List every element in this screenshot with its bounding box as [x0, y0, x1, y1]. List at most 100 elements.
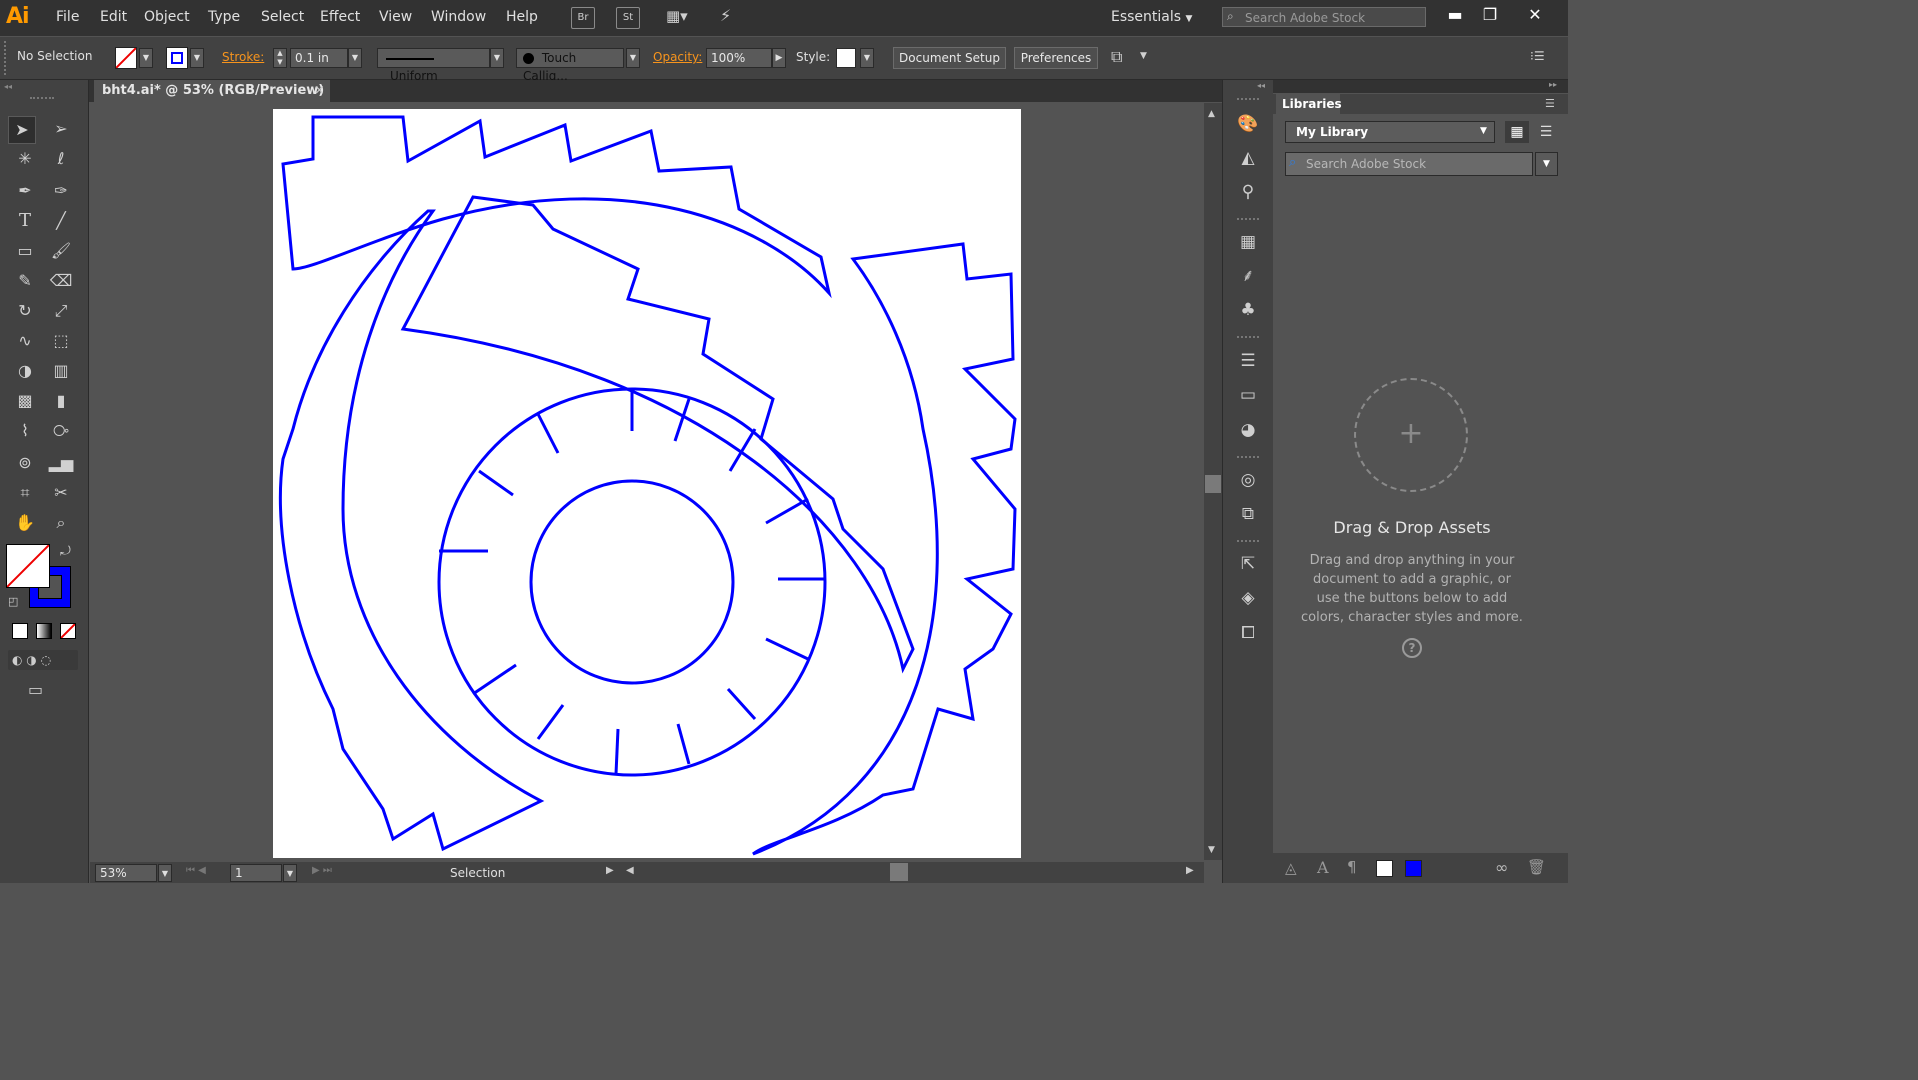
stroke-label[interactable]: Stroke:	[222, 50, 264, 64]
vertical-scroll-thumb[interactable]	[1205, 475, 1221, 493]
selection-tool-icon[interactable]: ➤	[8, 116, 36, 144]
right-band-shape[interactable]	[752, 242, 1017, 856]
workspace-switcher[interactable]: Essentials ▼	[1111, 9, 1192, 25]
opacity-label[interactable]: Opacity:	[653, 50, 702, 64]
menu-file[interactable]: File	[56, 9, 79, 25]
profile-dropdown[interactable]: ▼	[490, 48, 504, 68]
search-dropdown[interactable]: ▼	[1535, 152, 1558, 176]
status-menu-icon[interactable]: ▶	[606, 865, 614, 876]
scroll-left-icon[interactable]: ◀	[626, 865, 634, 876]
library-search-input[interactable]: Search Adobe Stock	[1285, 152, 1533, 176]
zoom-field[interactable]: 53%	[95, 864, 157, 882]
magic-wand-tool-icon[interactable]: ✳	[12, 146, 38, 172]
mid-band-shape[interactable]	[400, 195, 915, 674]
stroke-weight-dropdown[interactable]: ▼	[348, 48, 362, 68]
default-fill-stroke-icon[interactable]: ◰	[8, 595, 18, 608]
zoom-tool-icon[interactable]: ⌕	[48, 510, 74, 536]
chevron-down-icon[interactable]: ▼	[1480, 126, 1487, 136]
gradient-tool-icon[interactable]: ▮	[48, 388, 74, 414]
screen-mode-icon[interactable]: ▭	[28, 680, 43, 699]
first-artboard-icon[interactable]: ⏮ ◀	[186, 865, 206, 876]
zoom-dropdown[interactable]: ▼	[158, 864, 172, 882]
library-select[interactable]: My Library	[1285, 121, 1495, 143]
libraries-tab[interactable]: Libraries	[1276, 94, 1342, 114]
brushes-icon[interactable]: ⸙	[1234, 263, 1262, 289]
horizontal-scroll-thumb[interactable]	[890, 863, 908, 881]
document-setup-button[interactable]: Document Setup	[893, 47, 1006, 69]
add-stroke-color-icon[interactable]	[1405, 860, 1422, 877]
menu-view[interactable]: View	[379, 9, 412, 25]
panel-menu-icon[interactable]: ☰	[1545, 97, 1555, 110]
curvature-tool-icon[interactable]: ✑	[48, 178, 74, 204]
artboard[interactable]	[273, 109, 1021, 858]
artboard-dropdown[interactable]: ▼	[283, 864, 297, 882]
color-guide-icon[interactable]: ◭	[1234, 145, 1262, 171]
swap-fill-stroke-icon[interactable]: ⤾	[60, 544, 71, 559]
artwork-canvas[interactable]	[273, 109, 1021, 858]
menu-type[interactable]: Type	[208, 9, 240, 25]
top-band-shape[interactable]	[281, 115, 832, 299]
current-tool-status[interactable]: Selection	[450, 866, 505, 880]
brush-dropdown[interactable]: ▼	[626, 48, 640, 68]
drawing-modes-icon[interactable]: ◐ ◑ ◌	[8, 650, 78, 670]
chevron-down-icon[interactable]: ▼	[1140, 51, 1147, 61]
pen-tool-icon[interactable]: ✒	[12, 178, 38, 204]
creative-cloud-icon[interactable]: ∞	[1495, 858, 1508, 877]
warp-tool-icon[interactable]: ∿	[12, 328, 38, 354]
eyedropper-tool-icon[interactable]: ⌇	[12, 418, 38, 444]
gpu-performance-icon[interactable]: ⚡	[720, 6, 746, 28]
close-window-button[interactable]: ✕	[1520, 3, 1550, 27]
stroke-panel-icon[interactable]: ☰	[1234, 348, 1262, 374]
line-tool-icon[interactable]: ╱	[48, 208, 74, 234]
graphic-style-swatch[interactable]	[836, 48, 856, 68]
arrange-documents-icon[interactable]: ▦▾	[666, 7, 702, 27]
shaper-tool-icon[interactable]: ✎	[12, 268, 38, 294]
add-character-style-icon[interactable]: A	[1317, 858, 1329, 877]
rotate-tool-icon[interactable]: ↻	[12, 298, 38, 324]
symbol-sprayer-tool-icon[interactable]: ⊚	[12, 450, 38, 476]
left-band-shape[interactable]	[278, 209, 545, 852]
stroke-weight-stepper[interactable]: ▲ ▼	[273, 48, 287, 68]
menu-select[interactable]: Select	[261, 9, 304, 25]
last-artboard-icon[interactable]: ▶ ⏭	[312, 865, 332, 876]
scroll-up-icon[interactable]: ▲	[1208, 109, 1215, 119]
artboards-panel-icon[interactable]: ⧠	[1234, 620, 1262, 646]
gradient-mode-icon[interactable]	[36, 623, 52, 639]
menu-object[interactable]: Object	[144, 9, 190, 25]
vertical-scrollbar[interactable]: ▲ ▼	[1204, 103, 1222, 860]
column-graph-tool-icon[interactable]: ▂▅	[48, 450, 74, 476]
export-asset-icon[interactable]: ⇱	[1234, 551, 1262, 577]
transparency-panel-icon[interactable]: ◕	[1234, 417, 1262, 443]
mesh-tool-icon[interactable]: ▩	[12, 388, 38, 414]
fill-swatch[interactable]	[115, 47, 137, 69]
preferences-button[interactable]: Preferences	[1014, 47, 1098, 69]
inner-circle-shape[interactable]	[529, 479, 735, 685]
free-transform-tool-icon[interactable]: ⬚	[48, 328, 74, 354]
scroll-right-icon[interactable]: ▶	[1186, 865, 1194, 876]
stock-button[interactable]: St	[616, 7, 640, 29]
scroll-down-icon[interactable]: ▼	[1208, 845, 1215, 855]
collapse-toolbar-icon[interactable]: ◂◂	[4, 82, 12, 91]
lasso-tool-icon[interactable]: ℓ	[48, 146, 74, 172]
fill-dropdown[interactable]: ▼	[139, 48, 153, 68]
search-stock-input[interactable]: Search Adobe Stock	[1222, 7, 1426, 27]
menu-edit[interactable]: Edit	[100, 9, 127, 25]
hand-tool-icon[interactable]: ✋	[12, 510, 38, 536]
appearance-panel-icon[interactable]: ◎	[1234, 467, 1262, 493]
add-asset-icon[interactable]: +	[1354, 378, 1468, 492]
variable-width-profile[interactable]: Uniform	[377, 48, 490, 83]
stroke-swatch[interactable]	[166, 47, 188, 69]
shape-builder-tool-icon[interactable]: ◑	[12, 358, 38, 384]
restore-button[interactable]: ❐	[1475, 3, 1505, 27]
document-tab[interactable]: bht4.ai* @ 53% (RGB/Preview) ×	[94, 80, 330, 102]
artboard-navigation-field[interactable]: 1	[230, 864, 282, 882]
menu-window[interactable]: Window	[431, 9, 486, 25]
brush-definition[interactable]: Touch Callig...	[516, 48, 624, 83]
trash-icon[interactable]: 🗑	[1527, 858, 1546, 876]
graphic-styles-icon[interactable]: ⧉	[1234, 501, 1262, 527]
minimize-button[interactable]: ▬	[1440, 3, 1470, 27]
none-mode-icon[interactable]	[60, 623, 76, 639]
menu-help[interactable]: Help	[506, 9, 538, 25]
layers-icon[interactable]: ◈	[1234, 585, 1262, 611]
add-paragraph-style-icon[interactable]: ¶	[1347, 858, 1357, 876]
